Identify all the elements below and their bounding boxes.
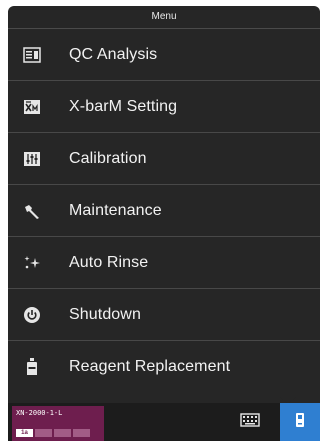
menu-item-auto-rinse[interactable]: Auto Rinse bbox=[8, 237, 320, 289]
menu-item-label: X-barM Setting bbox=[69, 97, 178, 115]
analyzer-status[interactable]: XN-2000-1-L 1a bbox=[12, 406, 104, 441]
menu-button[interactable] bbox=[280, 403, 320, 441]
sparkle-icon bbox=[22, 253, 42, 273]
keyboard-button[interactable] bbox=[236, 411, 264, 433]
menu-panel: Menu QC Analysis X-barM Setting Calibrat… bbox=[8, 6, 320, 403]
menu-item-label: Maintenance bbox=[69, 201, 162, 219]
reagent-bottle-icon bbox=[22, 357, 42, 377]
menu-title: Menu bbox=[8, 6, 320, 29]
wrench-icon bbox=[22, 201, 42, 221]
analyzer-slot-active: 1a bbox=[16, 429, 33, 437]
power-icon bbox=[22, 305, 42, 325]
menu-item-label: Reagent Replacement bbox=[69, 358, 231, 375]
qc-analysis-icon bbox=[22, 45, 42, 65]
menu-item-maintenance[interactable]: Maintenance bbox=[8, 185, 320, 237]
keyboard-icon bbox=[240, 412, 260, 432]
status-bar: XN-2000-1-L 1a bbox=[8, 403, 320, 441]
menu-item-qc-analysis[interactable]: QC Analysis bbox=[8, 29, 320, 81]
menu-item-calibration[interactable]: Calibration bbox=[8, 133, 320, 185]
menu-item-xbarm-setting[interactable]: X-barM Setting bbox=[8, 81, 320, 133]
analyzer-slot bbox=[35, 429, 52, 437]
analyzer-slots: 1a bbox=[16, 429, 90, 437]
xbarm-icon bbox=[22, 97, 42, 117]
calibration-icon bbox=[22, 149, 42, 169]
menu-item-label: QC Analysis bbox=[69, 45, 158, 63]
menu-item-shutdown[interactable]: Shutdown bbox=[8, 289, 320, 341]
menu-device-icon bbox=[295, 412, 305, 433]
analyzer-name: XN-2000-1-L bbox=[16, 409, 63, 417]
analyzer-slot bbox=[54, 429, 71, 437]
app-window: Menu QC Analysis X-barM Setting Calibrat… bbox=[0, 0, 324, 441]
menu-item-label: Calibration bbox=[69, 149, 147, 167]
analyzer-slot bbox=[73, 429, 90, 437]
menu-item-reagent-replacement[interactable]: Reagent Replacement bbox=[8, 341, 320, 393]
menu-item-label: Auto Rinse bbox=[69, 253, 149, 271]
menu-item-label: Shutdown bbox=[69, 305, 141, 323]
menu-list: QC Analysis X-barM Setting Calibration M… bbox=[8, 29, 320, 393]
